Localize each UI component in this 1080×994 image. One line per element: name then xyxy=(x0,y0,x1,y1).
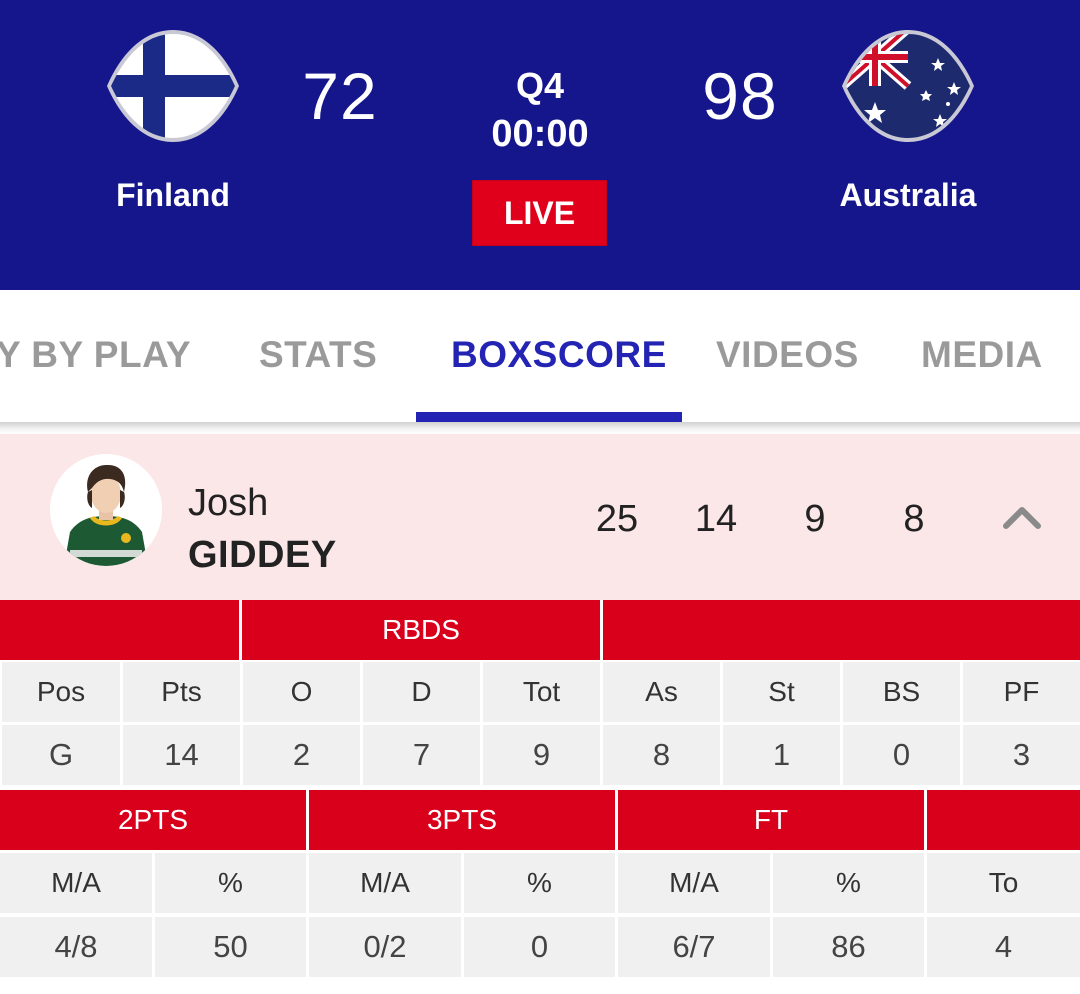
time-remaining: 00:00 xyxy=(491,113,589,155)
home-team-name: Finland xyxy=(116,177,230,213)
column-header: As xyxy=(603,662,720,722)
away-team[interactable]: Australia xyxy=(808,28,1008,214)
column-header: To xyxy=(927,853,1080,913)
tab-play-by-play[interactable]: Y BY PLAY xyxy=(0,334,191,376)
column-header: % xyxy=(773,853,924,913)
stat-value: 1 xyxy=(723,725,840,785)
away-team-name: Australia xyxy=(839,177,977,213)
player-summary-stat: 14 xyxy=(694,498,738,540)
table2-group-header: 2PTS 3PTS FT xyxy=(0,790,1080,852)
live-badge[interactable]: LIVE xyxy=(472,180,607,246)
column-header: % xyxy=(155,853,306,913)
group-header-cell xyxy=(603,600,1080,660)
table2-header-row: M/A % M/A % M/A % To xyxy=(0,853,1080,915)
stat-value: 8 xyxy=(603,725,720,785)
stat-value: 2 xyxy=(243,725,360,785)
column-header: M/A xyxy=(618,853,770,913)
group-header-rbds: RBDS xyxy=(242,600,600,660)
chevron-up-icon[interactable] xyxy=(1000,502,1044,532)
player-row[interactable]: Josh GIDDEY 25 14 9 8 xyxy=(0,434,1080,600)
stat-value: 7 xyxy=(363,725,480,785)
column-header: Tot xyxy=(483,662,600,722)
column-header: % xyxy=(464,853,615,913)
stat-value: 0 xyxy=(843,725,960,785)
tab-stats[interactable]: STATS xyxy=(259,334,377,376)
table1-value-row: G 14 2 7 9 8 1 0 3 xyxy=(0,725,1080,787)
player-summary-stat: 8 xyxy=(903,498,925,540)
australia-flag-icon xyxy=(842,30,974,142)
player-summary-stat: 25 xyxy=(595,498,639,540)
stat-value: 9 xyxy=(483,725,600,785)
column-header: BS xyxy=(843,662,960,722)
table1-group-header: RBDS xyxy=(0,600,1080,662)
stat-value: 4/8 xyxy=(0,917,152,977)
section-tabs: Y BY PLAY STATS BOXSCORE VIDEOS MEDIA xyxy=(0,290,1080,424)
column-header: O xyxy=(243,662,360,722)
column-header: St xyxy=(723,662,840,722)
column-header: M/A xyxy=(0,853,152,913)
stat-value: G xyxy=(2,725,120,785)
stat-value: 86 xyxy=(773,917,924,977)
tab-boxscore[interactable]: BOXSCORE xyxy=(451,334,667,376)
home-score: 72 xyxy=(302,59,378,133)
stat-value: 0/2 xyxy=(309,917,461,977)
group-header-3pts: 3PTS xyxy=(309,790,615,850)
group-header-2pts: 2PTS xyxy=(0,790,306,850)
player-photo-icon xyxy=(50,454,162,566)
stat-value: 6/7 xyxy=(618,917,770,977)
stat-value: 4 xyxy=(927,917,1080,977)
stat-value: 3 xyxy=(963,725,1080,785)
player-avatar xyxy=(50,454,162,566)
game-clock: Q4 00:00 xyxy=(440,66,640,156)
tabs-divider xyxy=(0,422,1080,434)
quarter-label: Q4 xyxy=(515,65,565,106)
tab-media[interactable]: MEDIA xyxy=(921,334,1043,376)
finland-flag-icon xyxy=(107,30,239,142)
stat-value: 14 xyxy=(123,725,240,785)
stat-value: 50 xyxy=(155,917,306,977)
column-header: Pts xyxy=(123,662,240,722)
home-team[interactable]: Finland xyxy=(73,28,273,214)
game-header: Finland 72 Q4 00:00 LIVE 98 Australia xyxy=(0,0,1080,290)
column-header: D xyxy=(363,662,480,722)
table2-value-row: 4/8 50 0/2 0 6/7 86 4 xyxy=(0,917,1080,979)
table1-header-row: Pos Pts O D Tot As St BS PF xyxy=(0,662,1080,724)
column-header: Pos xyxy=(2,662,120,722)
player-last-name: GIDDEY xyxy=(188,534,337,576)
group-header-ft: FT xyxy=(618,790,924,850)
column-header: PF xyxy=(963,662,1080,722)
group-header-cell xyxy=(927,790,1080,850)
stat-value: 0 xyxy=(464,917,615,977)
away-score: 98 xyxy=(702,59,778,133)
player-first-name: Josh xyxy=(188,482,269,524)
tab-videos[interactable]: VIDEOS xyxy=(716,334,859,376)
player-summary-stat: 9 xyxy=(804,498,826,540)
group-header-cell xyxy=(0,600,239,660)
active-tab-indicator xyxy=(416,412,682,422)
column-header: M/A xyxy=(309,853,461,913)
